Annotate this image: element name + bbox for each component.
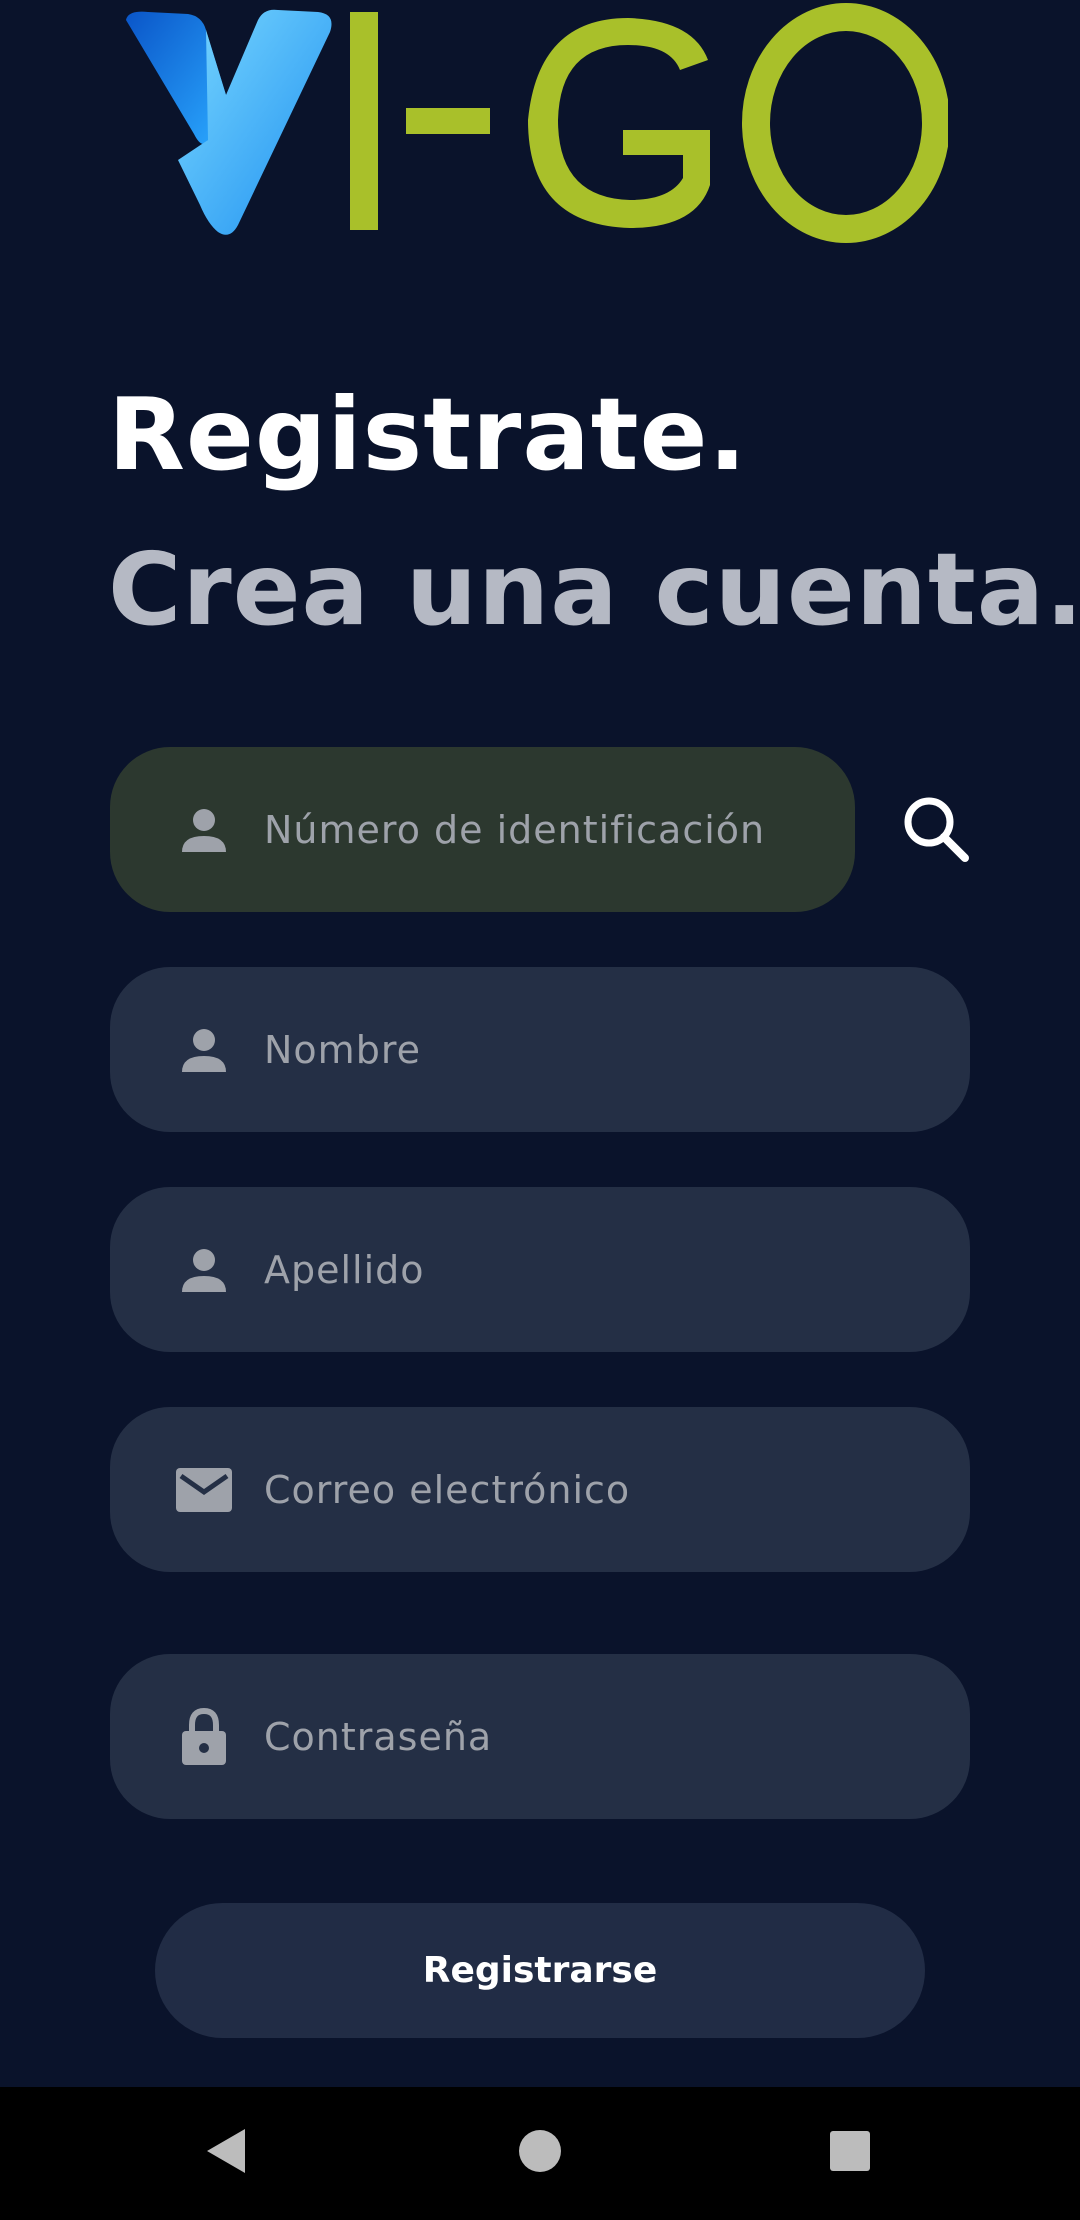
recents-square-icon <box>828 2129 872 2177</box>
register-screen: Registrate. Crea una cuenta. Número de i… <box>0 0 1080 2087</box>
first-name-placeholder: Nombre <box>264 1027 421 1072</box>
back-triangle-icon <box>201 2125 251 2181</box>
search-icon <box>899 792 971 868</box>
email-placeholder: Correo electrónico <box>264 1467 631 1512</box>
mail-icon <box>174 1460 234 1520</box>
system-navigation-bar <box>0 2087 1080 2220</box>
password-field[interactable]: Contraseña <box>110 1654 970 1819</box>
back-button[interactable] <box>190 2117 262 2189</box>
page-title: Registrate. <box>108 376 748 493</box>
last-name-field[interactable]: Apellido <box>110 1187 970 1352</box>
person-icon <box>174 1240 234 1300</box>
vigo-logo <box>118 0 948 250</box>
search-button[interactable] <box>895 790 975 870</box>
page-subtitle: Crea una cuenta. <box>108 531 1080 648</box>
email-field[interactable]: Correo electrónico <box>110 1407 970 1572</box>
id-number-placeholder: Número de identificación <box>264 807 766 852</box>
person-icon <box>174 800 234 860</box>
person-icon <box>174 1020 234 1080</box>
recents-button[interactable] <box>814 2117 886 2189</box>
password-placeholder: Contraseña <box>264 1714 493 1759</box>
first-name-field[interactable]: Nombre <box>110 967 970 1132</box>
last-name-placeholder: Apellido <box>264 1247 425 1292</box>
register-button[interactable]: Registrarse <box>155 1903 925 2038</box>
home-button[interactable] <box>504 2117 576 2189</box>
id-number-field[interactable]: Número de identificación <box>110 747 855 912</box>
lock-icon <box>174 1707 234 1767</box>
home-circle-icon <box>517 2128 563 2178</box>
